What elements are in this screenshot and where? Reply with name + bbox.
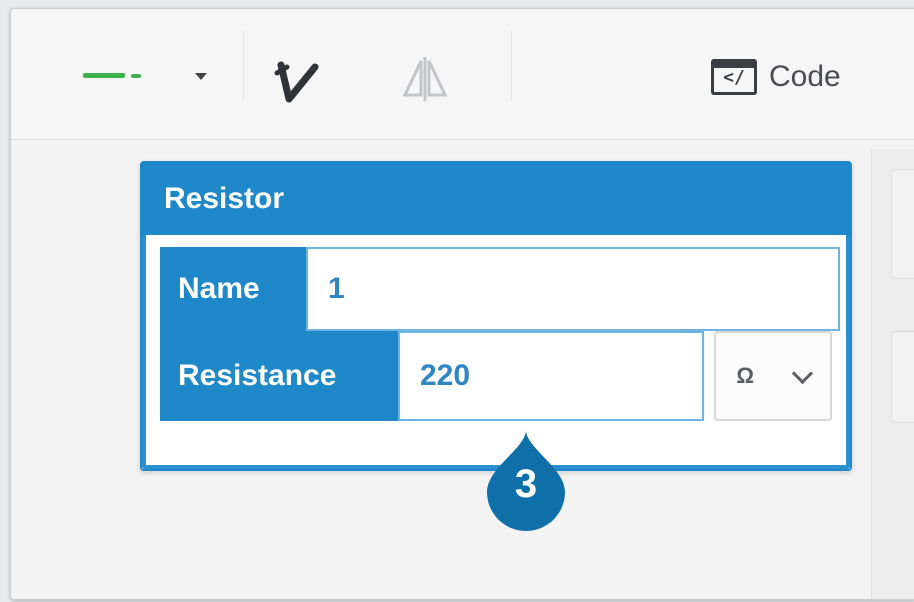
wire-color-swatch [83, 73, 125, 78]
resistance-row: Resistance 220 Ω [160, 331, 840, 421]
toolbar-divider [243, 31, 244, 101]
wire-color-button[interactable] [51, 37, 229, 125]
flip-horizontal-icon[interactable] [401, 55, 449, 103]
name-row: Name 1 [160, 247, 840, 331]
resistance-label: Resistance [160, 331, 398, 421]
resistance-field[interactable]: 220 [398, 331, 704, 421]
unit-select[interactable]: Ω [714, 331, 832, 421]
callout-number: 3 [514, 462, 538, 506]
component-inspector: Resistor Name 1 Resistance 220 Ω [140, 161, 852, 471]
side-panel-card [891, 331, 914, 423]
name-field[interactable]: 1 [306, 247, 840, 331]
toolbar-divider [511, 31, 512, 101]
side-panel-card [891, 169, 914, 279]
inspector-title: Resistor [142, 163, 850, 235]
name-label: Name [160, 247, 306, 331]
step-callout: 3 [483, 430, 569, 536]
wire-color-swatch-dash [131, 74, 141, 78]
toolbar: </ Code [11, 9, 914, 140]
caret-down-icon[interactable] [195, 73, 207, 80]
code-button[interactable]: </ Code [711, 55, 841, 99]
chevron-down-icon [791, 362, 813, 384]
ohm-icon: Ω [736, 363, 754, 388]
code-button-label: Code [769, 60, 841, 93]
wire-mode-icon[interactable] [273, 59, 321, 107]
code-icon: </ [711, 59, 757, 95]
